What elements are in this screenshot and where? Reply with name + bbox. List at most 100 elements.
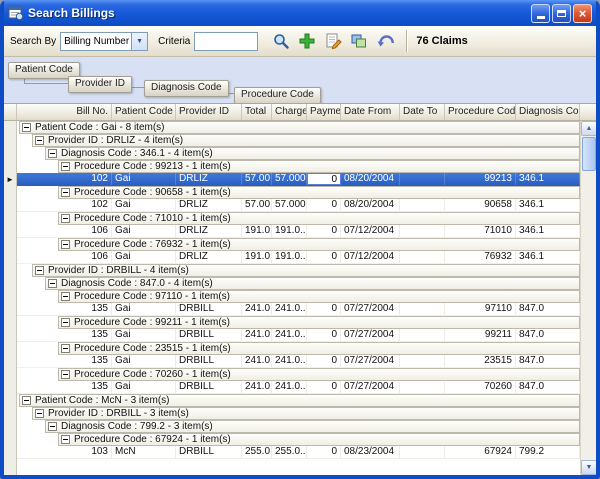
collapse-minus-icon[interactable] [61,214,70,223]
search-button[interactable] [270,30,292,52]
group-label: Procedure Code : 71010 - 1 item(s) [74,213,231,224]
collapse-minus-icon[interactable] [61,344,70,353]
cell: 07/27/2004 [341,303,400,315]
cell: 241.0... [242,355,272,367]
group-row[interactable]: Diagnosis Code : 346.1 - 4 item(s) [17,147,580,160]
group-row[interactable]: Procedure Code : 99211 - 1 item(s) [17,316,580,329]
collapse-minus-icon[interactable] [61,162,70,171]
group-connector [24,83,68,84]
collapse-minus-icon[interactable] [22,396,31,405]
group-row[interactable]: Procedure Code : 97110 - 1 item(s) [17,290,580,303]
cell: 847.0 [516,381,580,393]
maximize-button[interactable] [552,4,571,23]
scrollbar-thumb[interactable] [582,137,596,171]
group-row[interactable]: Procedure Code : 71010 - 1 item(s) [17,212,580,225]
collapse-minus-icon[interactable] [35,266,44,275]
cell: 0 [307,225,341,237]
criteria-input[interactable] [194,32,258,51]
column-header[interactable]: Payme... [307,104,341,120]
cell: Gai [112,225,176,237]
cell: 07/12/2004 [341,225,400,237]
group-label: Provider ID : DRBILL - 4 item(s) [48,265,189,276]
billing-row[interactable]: 135GaiDRBILL241.0...241.0...007/27/20047… [17,381,580,394]
group-row[interactable]: Procedure Code : 70260 - 1 item(s) [17,368,580,381]
collapse-minus-icon[interactable] [61,188,70,197]
search-by-value: Billing Number [61,36,131,47]
group-label: Procedure Code : 76932 - 1 item(s) [74,239,231,250]
cell: 57.00... [242,173,272,185]
cell: 07/12/2004 [341,251,400,263]
cell: 08/20/2004 [341,199,400,211]
group-row[interactable]: Procedure Code : 99213 - 1 item(s) [17,160,580,173]
column-header[interactable]: Patient Code [112,104,176,120]
billing-row[interactable]: 135GaiDRBILL241.0...241.0...007/27/20042… [17,355,580,368]
cell: 346.1 [516,199,580,211]
billing-row[interactable]: 102GaiDRLIZ57.00...57.0000008/20/2004992… [17,173,580,186]
collapse-minus-icon[interactable] [61,240,70,249]
billing-row[interactable]: 102GaiDRLIZ57.00...57.0000008/20/2004906… [17,199,580,212]
group-row[interactable]: Procedure Code : 67924 - 1 item(s) [17,433,580,446]
collapse-minus-icon[interactable] [35,409,44,418]
payment-edit-cell[interactable]: 0 [307,173,341,185]
group-row[interactable]: Patient Code : McN - 3 item(s) [17,394,580,407]
column-header[interactable]: Date From [341,104,400,120]
close-icon: × [579,5,587,22]
group-row[interactable]: Procedure Code : 76932 - 1 item(s) [17,238,580,251]
column-header[interactable]: Diagnosis Code [516,104,580,120]
edit-button[interactable] [322,30,344,52]
column-header[interactable]: Bill No. [17,104,112,120]
titlebar[interactable]: Search Billings × [4,0,596,26]
add-button[interactable] [296,30,318,52]
group-field-provider-id[interactable]: Provider ID [68,76,132,93]
cell: 135 [17,355,112,367]
grid-header: Bill No.Patient CodeProvider IDTotalChar… [4,104,596,121]
close-button[interactable]: × [573,4,592,23]
billing-row[interactable]: 106GaiDRLIZ191.0...191.0...007/12/200476… [17,251,580,264]
billing-row[interactable]: 135GaiDRBILL241.0...241.0...007/27/20049… [17,303,580,316]
collapse-minus-icon[interactable] [22,123,31,132]
preview-button[interactable] [348,30,370,52]
group-row[interactable]: Procedure Code : 90658 - 1 item(s) [17,186,580,199]
group-row[interactable]: Provider ID : DRBILL - 3 item(s) [17,407,580,420]
cell: Gai [112,173,176,185]
group-row[interactable]: Diagnosis Code : 847.0 - 4 item(s) [17,277,580,290]
collapse-minus-icon[interactable] [61,318,70,327]
column-header[interactable]: Procedure Code [445,104,516,120]
column-header[interactable]: Charges [272,104,307,120]
cell [400,199,445,211]
collapse-minus-icon[interactable] [48,422,57,431]
group-row[interactable]: Procedure Code : 23515 - 1 item(s) [17,342,580,355]
app-icon [8,5,24,21]
column-header[interactable]: Date To [400,104,445,120]
billing-row[interactable]: 106GaiDRLIZ191.0...191.0...007/12/200471… [17,225,580,238]
collapse-minus-icon[interactable] [61,292,70,301]
group-row[interactable]: Diagnosis Code : 799.2 - 3 item(s) [17,420,580,433]
chevron-down-icon[interactable]: ▼ [131,33,147,50]
collapse-minus-icon[interactable] [48,279,57,288]
scroll-down-button[interactable]: ▼ [581,460,596,475]
collapse-minus-icon[interactable] [61,370,70,379]
cell: 57.0000 [272,199,307,211]
minimize-button[interactable] [531,4,550,23]
group-row[interactable]: Provider ID : DRLIZ - 4 item(s) [17,134,580,147]
cell [400,381,445,393]
collapse-minus-icon[interactable] [61,435,70,444]
group-row[interactable]: Patient Code : Gai - 8 item(s) [17,121,580,134]
search-by-dropdown[interactable]: Billing Number ▼ [60,32,148,51]
vertical-scrollbar[interactable]: ▲ ▼ [580,121,596,475]
column-header[interactable]: Provider ID [176,104,242,120]
collapse-minus-icon[interactable] [35,136,44,145]
cell: 847.0 [516,329,580,341]
collapse-minus-icon[interactable] [48,149,57,158]
group-connector [130,87,144,88]
group-field-diagnosis-code[interactable]: Diagnosis Code [144,80,229,97]
billing-row[interactable]: 103McNDRBILL255.0...255.0...008/23/20046… [17,446,580,459]
billing-row[interactable]: 135GaiDRBILL241.0...241.0...007/27/20049… [17,329,580,342]
cell: 847.0 [516,303,580,315]
group-row[interactable]: Provider ID : DRBILL - 4 item(s) [17,264,580,277]
column-header[interactable]: Total [242,104,272,120]
undo-button[interactable] [374,30,396,52]
cell: 08/23/2004 [341,446,400,458]
scroll-up-button[interactable]: ▲ [581,121,596,136]
group-field-procedure-code[interactable]: Procedure Code [234,87,321,104]
